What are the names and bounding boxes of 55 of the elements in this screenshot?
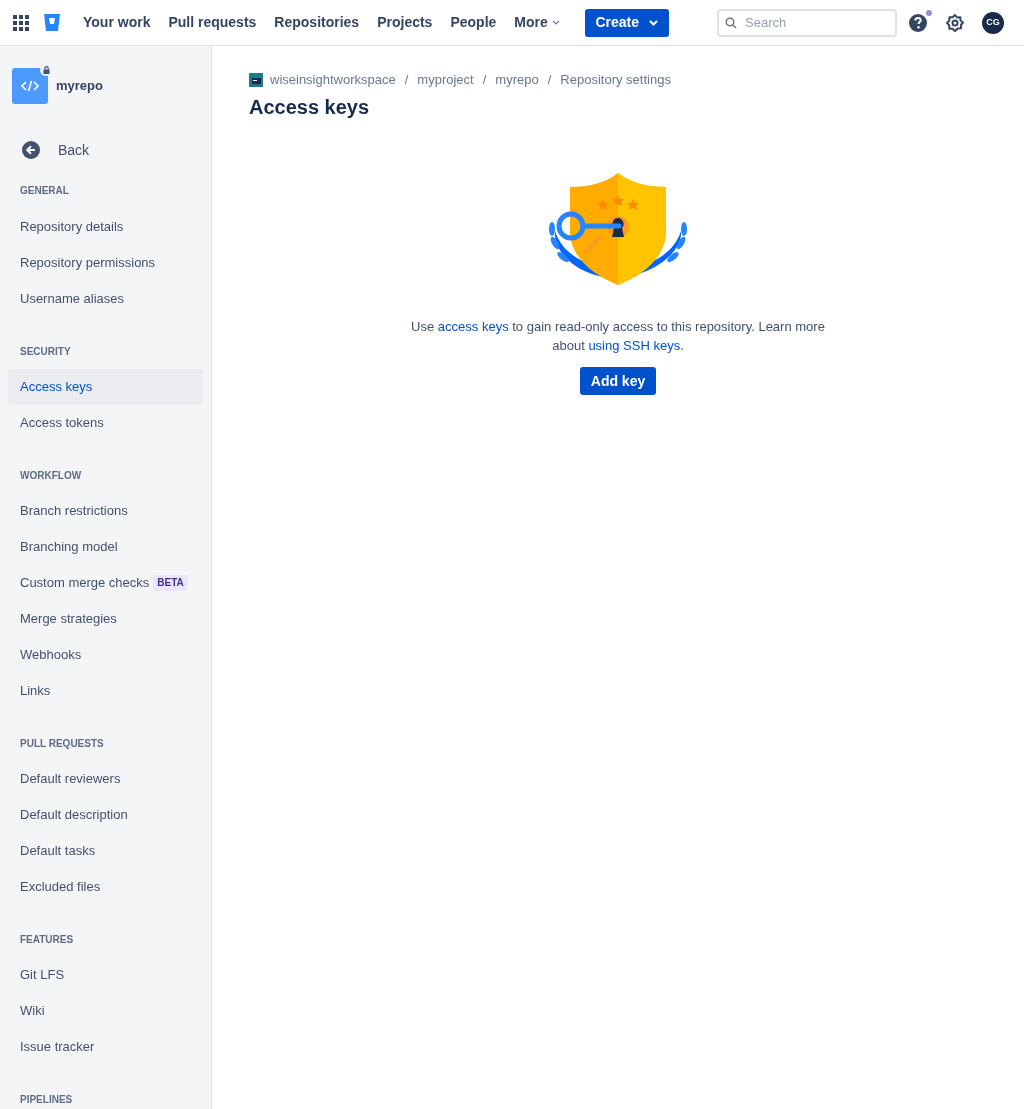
section-heading: WORKFLOW xyxy=(20,469,83,483)
breadcrumb-link[interactable]: wiseinsightworkspace xyxy=(270,70,396,90)
bucket-logo-icon[interactable] xyxy=(44,14,60,31)
section-heading: GENERAL xyxy=(20,184,70,198)
back-link[interactable]: Back xyxy=(8,132,203,168)
sidebar-item[interactable]: Branching model xyxy=(8,529,203,565)
breadcrumb-separator: / xyxy=(404,71,409,90)
sidebar-item[interactable]: Git LFS xyxy=(8,957,203,993)
description-text: Use access keys to gain read-only access to this repository. Learn more about using SSH keys. xyxy=(410,318,826,355)
sidebar-item[interactable]: Links xyxy=(8,673,203,709)
add-key-button[interactable]: Add key xyxy=(579,367,657,395)
section-heading: SECURITY xyxy=(20,345,72,359)
breadcrumb-link[interactable]: Repository settings xyxy=(560,70,671,90)
sidebar-item[interactable]: Username aliases xyxy=(8,281,203,317)
sidebar-item[interactable]: Default reviewers xyxy=(8,761,203,797)
help-icon[interactable] xyxy=(908,12,928,33)
sidebar-item[interactable]: Access keys xyxy=(8,369,203,405)
code-icon xyxy=(21,80,39,92)
page-title: Access keys xyxy=(249,95,371,120)
user-avatar[interactable]: CG xyxy=(982,11,1004,34)
text-link[interactable]: access keys xyxy=(437,319,509,334)
sidebar-item[interactable]: Excluded files xyxy=(8,869,203,905)
nav-link[interactable]: People xyxy=(441,12,506,33)
breadcrumb-separator: / xyxy=(482,71,487,90)
sidebar-item[interactable]: Merge strategies xyxy=(8,601,203,637)
nav-link[interactable]: Repositories xyxy=(265,12,369,33)
nav-link[interactable]: Projects xyxy=(368,12,442,33)
sidebar-item[interactable]: Repository permissions xyxy=(8,245,203,281)
sidebar-item[interactable]: Custom merge checks BETA xyxy=(8,565,203,601)
sidebar-item[interactable]: Webhooks xyxy=(8,637,203,673)
sidebar-item[interactable]: Wiki xyxy=(8,993,203,1029)
sidebar-item[interactable]: Branch restrictions xyxy=(8,493,203,529)
chevron-down-icon xyxy=(649,19,659,26)
settings-icon[interactable] xyxy=(945,12,965,33)
sidebar-item[interactable]: Access tokens xyxy=(8,405,203,441)
sidebar-item[interactable]: Default tasks xyxy=(8,833,203,869)
more-dropdown[interactable]: More xyxy=(505,12,569,33)
nav-link[interactable]: Your work xyxy=(74,12,160,33)
breadcrumb-separator: / xyxy=(547,71,552,90)
sidebar-item[interactable]: Repository details xyxy=(8,209,203,245)
app-switcher-icon[interactable] xyxy=(13,14,29,31)
section-heading: FEATURES xyxy=(20,933,75,947)
search-field[interactable]: Search xyxy=(717,8,897,37)
repository-name: myrepo xyxy=(56,77,103,96)
chevron-down-icon xyxy=(551,20,560,25)
sidebar-item[interactable]: Issue tracker xyxy=(8,1029,203,1065)
breadcrumb-link[interactable]: myproject xyxy=(417,70,474,90)
workspace-icon xyxy=(249,73,263,87)
nav-link[interactable]: Pull requests xyxy=(159,12,266,33)
create-button[interactable]: Create xyxy=(584,8,669,37)
section-heading: PULL REQUESTS xyxy=(20,737,105,751)
beta-badge: BETA xyxy=(153,575,188,591)
sidebar-item[interactable]: Default description xyxy=(8,797,203,833)
breadcrumb-link[interactable]: myrepo xyxy=(495,70,539,90)
section-heading: PIPELINES xyxy=(20,1093,74,1107)
